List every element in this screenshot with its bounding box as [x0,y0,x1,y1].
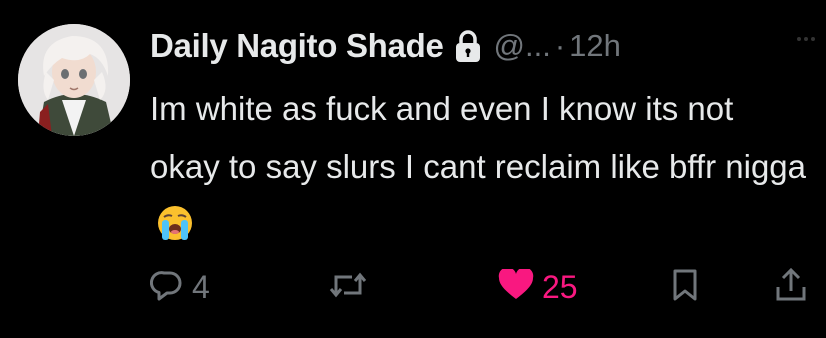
tweet-text: Im white as fuck and even I know its not… [150,80,810,254]
retweet-icon [328,268,368,307]
retweet-button[interactable] [328,262,376,312]
avatar-image [18,24,130,136]
reply-icon [149,268,184,307]
loudly-crying-face-emoji [156,202,194,240]
share-button[interactable] [774,262,808,312]
reply-button[interactable]: 4 [149,262,210,312]
share-icon [774,267,808,308]
reply-count: 4 [192,268,210,305]
handle[interactable]: @... [494,28,551,64]
like-button[interactable]: 25 [498,262,578,312]
lock-icon [454,29,482,63]
heart-icon [498,266,534,306]
avatar[interactable] [18,24,130,136]
tweet-text-content: Im white as fuck and even I know its not… [150,90,807,185]
bookmark-button[interactable] [670,262,700,312]
action-bar: 4 25 [149,262,810,312]
more-options-icon[interactable] [796,30,816,41]
tweet-header: Daily Nagito Shade @... · 12h [150,22,621,70]
separator-dot: · [554,28,566,63]
display-name[interactable]: Daily Nagito Shade [150,27,444,65]
like-count: 25 [542,268,578,305]
timestamp[interactable]: 12h [569,28,621,64]
bookmark-icon [670,268,700,307]
tweet[interactable]: Daily Nagito Shade @... · 12h Im white a… [0,0,826,338]
